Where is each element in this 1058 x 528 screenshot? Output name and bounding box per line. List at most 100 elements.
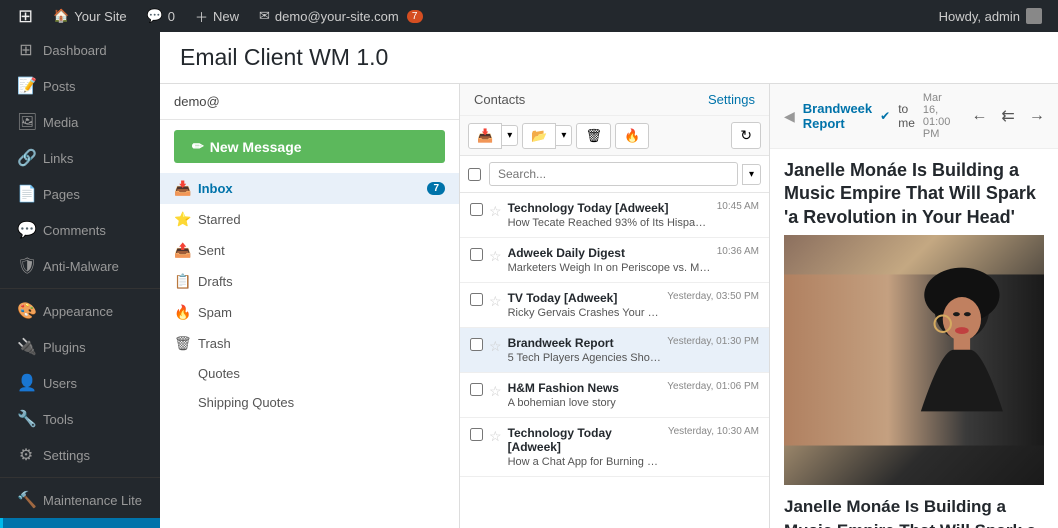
- sidebar-item-pages[interactable]: 📄 Pages: [0, 176, 160, 212]
- admin-bar-right: Howdy, admin: [939, 8, 1050, 24]
- sidebar-item-users[interactable]: 👤 Users: [0, 365, 160, 401]
- new-message-button[interactable]: ✏ New Message: [174, 130, 445, 163]
- search-dropdown[interactable]: ▾: [742, 164, 761, 185]
- new-content-button[interactable]: ＋ New: [185, 0, 249, 32]
- sidebar-item-tools[interactable]: 🔧 Tools: [0, 401, 160, 437]
- move-dropdown[interactable]: ▾: [502, 125, 518, 146]
- email-view-header: ◀ Brandweek Report ✔ to me Mar 16, 01:00…: [770, 84, 1058, 149]
- folder-label: Spam: [198, 305, 232, 320]
- sidebar-item-label: Pages: [43, 187, 80, 202]
- email-time: 10:36 AM: [717, 246, 759, 257]
- email-time: Yesterday, 01:30 PM: [667, 336, 759, 347]
- dashboard-icon: ⊞: [17, 40, 35, 60]
- forward-button[interactable]: →: [1024, 104, 1050, 128]
- folder-button[interactable]: 📂: [522, 123, 556, 149]
- search-input[interactable]: [489, 162, 738, 186]
- comments-button[interactable]: 💬 0: [137, 0, 185, 32]
- compose-icon: ✏: [192, 138, 204, 155]
- sidebar-menu: ⊞ Dashboard 📝 Posts 🖼 Media 🔗 Links 📄 Pa…: [0, 32, 160, 528]
- comments-count: 0: [168, 9, 175, 24]
- delete-button[interactable]: 🗑: [576, 123, 611, 149]
- site-name-button[interactable]: 🏠 Your Site: [43, 0, 136, 32]
- sidebar-item-maintenance-lite[interactable]: 🔨 Maintenance Lite: [0, 482, 160, 518]
- email-list-item[interactable]: ☆ H&M Fashion News A bohemian love story…: [460, 373, 769, 418]
- email-hero-image: [784, 235, 1044, 485]
- email-checkbox[interactable]: [470, 203, 483, 216]
- email-subject: Marketers Weigh In on Periscope vs. Meer…: [508, 262, 711, 274]
- sidebar-item-settings[interactable]: ⚙ Settings: [0, 437, 160, 473]
- folder-drafts[interactable]: 📋 Drafts: [160, 266, 459, 297]
- users-icon: 👤: [17, 373, 35, 393]
- external-link-button[interactable]: ↗: [1054, 103, 1058, 129]
- verified-icon: ✔: [880, 109, 890, 123]
- email-time: Yesterday, 10:30 AM: [668, 426, 759, 437]
- reply-button[interactable]: ←: [966, 104, 992, 128]
- email-list-item[interactable]: ☆ Technology Today [Adweek] How a Chat A…: [460, 418, 769, 477]
- sidebar-item-dashboard[interactable]: ⊞ Dashboard: [0, 32, 160, 68]
- sidebar-separator-2: [0, 477, 160, 478]
- folder-trash[interactable]: 🗑 Trash: [160, 328, 459, 359]
- folder-spam[interactable]: 🔥 Spam: [160, 297, 459, 328]
- email-toolbar: 📥 ▾ 📂 ▾ 🗑 🔥 ↻: [460, 116, 769, 156]
- sidebar-item-anti-malware[interactable]: 🛡 Anti-Malware: [0, 248, 160, 284]
- sidebar-item-plugins[interactable]: 🔌 Plugins: [0, 329, 160, 365]
- sidebar-item-appearance[interactable]: 🎨 Appearance: [0, 293, 160, 329]
- folder-inbox[interactable]: 📥 Inbox 7: [160, 173, 459, 204]
- email-subject: Ricky Gervais Crashes Your Favorite Netf…: [508, 307, 662, 319]
- email-account-label: demo@: [174, 94, 220, 109]
- reply-all-button[interactable]: ⇇: [996, 103, 1019, 129]
- site-name-label: Your Site: [74, 9, 126, 24]
- email-checkbox[interactable]: [470, 338, 483, 351]
- sidebar-item-label: Tools: [43, 412, 73, 427]
- star-icon[interactable]: ☆: [489, 428, 502, 445]
- sidebar-item-comments[interactable]: 💬 Comments: [0, 212, 160, 248]
- flame-button[interactable]: 🔥: [615, 123, 649, 149]
- wp-logo-button[interactable]: ⊞: [8, 0, 43, 32]
- email-time: Yesterday, 01:06 PM: [667, 381, 759, 392]
- email-notifications-button[interactable]: ✉ demo@your-site.com 7: [249, 0, 433, 32]
- star-icon[interactable]: ☆: [489, 383, 502, 400]
- sidebar-item-label: Plugins: [43, 340, 86, 355]
- folder-quotes[interactable]: Quotes: [160, 359, 459, 388]
- email-from: Technology Today [Adweek]: [508, 201, 711, 215]
- sidebar-item-posts[interactable]: 📝 Posts: [0, 68, 160, 104]
- email-view-actions: ← ⇇ → ↗ •••: [966, 103, 1058, 129]
- sidebar-item-label: Maintenance Lite: [43, 493, 142, 508]
- star-icon[interactable]: ☆: [489, 203, 502, 220]
- email-from: H&M Fashion News: [508, 381, 662, 395]
- email-list-item[interactable]: ☆ TV Today [Adweek] Ricky Gervais Crashe…: [460, 283, 769, 328]
- spam-icon: 🔥: [174, 304, 190, 321]
- folder-label: Quotes: [198, 366, 240, 381]
- select-all-checkbox[interactable]: [468, 168, 481, 181]
- email-list-item[interactable]: ☆ Brandweek Report 5 Tech Players Agenci…: [460, 328, 769, 373]
- email-list-item[interactable]: ☆ Adweek Daily Digest Marketers Weigh In…: [460, 238, 769, 283]
- email-image: [784, 235, 1044, 485]
- email-checkbox[interactable]: [470, 293, 483, 306]
- email-checkbox[interactable]: [470, 428, 483, 441]
- email-info: Brandweek Report 5 Tech Players Agencies…: [508, 336, 662, 364]
- email-checkbox[interactable]: [470, 248, 483, 261]
- refresh-button[interactable]: ↻: [731, 122, 761, 149]
- sidebar-item-media[interactable]: 🖼 Media: [0, 104, 160, 140]
- star-icon[interactable]: ☆: [489, 248, 502, 265]
- sidebar-item-email[interactable]: ✉ Email: [0, 518, 160, 528]
- folder-dropdown[interactable]: ▾: [556, 125, 572, 146]
- email-info: TV Today [Adweek] Ricky Gervais Crashes …: [508, 291, 662, 319]
- star-icon[interactable]: ☆: [489, 338, 502, 355]
- email-info: Adweek Daily Digest Marketers Weigh In o…: [508, 246, 711, 274]
- house-icon: 🏠: [53, 8, 69, 24]
- move-button[interactable]: 📥: [468, 123, 502, 149]
- star-icon[interactable]: ☆: [489, 293, 502, 310]
- email-view-title: Janelle Monáe Is Building a Music Empire…: [770, 149, 1058, 235]
- settings-link[interactable]: Settings: [708, 92, 755, 107]
- folder-shipping-quotes[interactable]: Shipping Quotes: [160, 388, 459, 417]
- folder-sent[interactable]: 📤 Sent: [160, 235, 459, 266]
- tools-icon: 🔧: [17, 409, 35, 429]
- email-from: TV Today [Adweek]: [508, 291, 662, 305]
- folder-label: Starred: [198, 212, 241, 227]
- folder-starred[interactable]: ⭐ Starred: [160, 204, 459, 235]
- posts-icon: 📝: [17, 76, 35, 96]
- sidebar-item-links[interactable]: 🔗 Links: [0, 140, 160, 176]
- email-list-item[interactable]: ☆ Technology Today [Adweek] How Tecate R…: [460, 193, 769, 238]
- email-checkbox[interactable]: [470, 383, 483, 396]
